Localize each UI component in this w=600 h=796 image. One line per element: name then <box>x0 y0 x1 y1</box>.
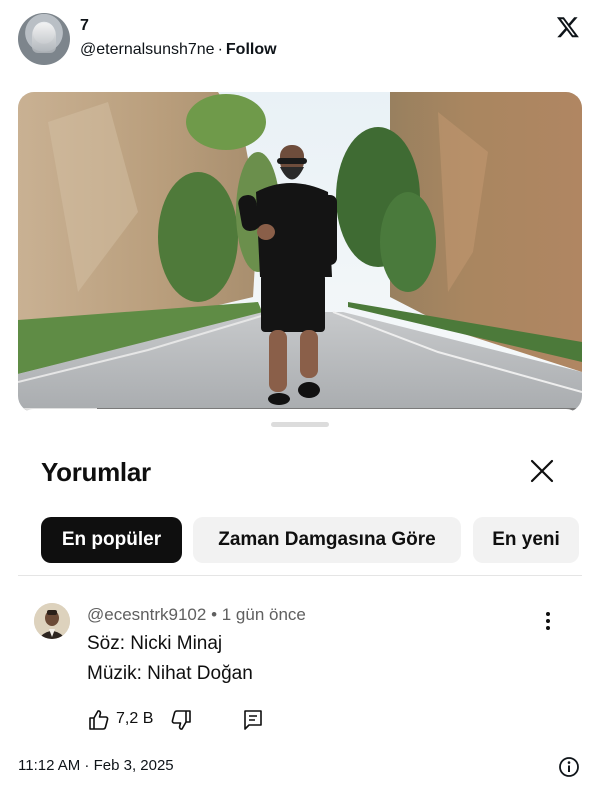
video-player[interactable] <box>18 92 582 412</box>
user-handle[interactable]: @eternalsunsh7ne <box>80 41 215 58</box>
comment-text-line: Müzik: Nihat Doğan <box>87 663 253 684</box>
x-logo-icon[interactable] <box>556 15 580 39</box>
tweet-timestamp[interactable]: 11:12 AM · Feb 3, 2025 <box>18 757 174 774</box>
handle-line: @eternalsunsh7ne · Follow <box>80 41 277 59</box>
follow-button[interactable]: Follow <box>226 41 277 58</box>
display-name[interactable]: 7 <box>80 17 89 35</box>
comments-sheet: Yorumlar En popüler Zaman Damgasına Göre… <box>18 409 582 744</box>
separator-dot: · <box>217 41 223 58</box>
thumbs-up-icon[interactable] <box>87 708 111 732</box>
sheet-drag-handle[interactable] <box>271 422 329 427</box>
divider <box>18 575 582 576</box>
comment-author[interactable]: @ecesntrk9102 <box>87 605 206 624</box>
comment-time: 1 gün önce <box>221 605 306 624</box>
tweet-header: 7 @eternalsunsh7ne · Follow <box>18 13 582 67</box>
comments-title: Yorumlar <box>41 457 151 487</box>
video-frame <box>18 92 582 412</box>
info-icon[interactable] <box>558 756 580 778</box>
filter-chip-newest[interactable]: En yeni <box>473 517 579 563</box>
meta-separator: • <box>211 605 222 624</box>
filter-chip-popular[interactable]: En popüler <box>41 517 182 563</box>
close-icon[interactable] <box>528 457 556 485</box>
comment-meta: @ecesntrk9102 • 1 gün önce <box>87 605 306 625</box>
commenter-avatar[interactable] <box>34 603 70 639</box>
comment-text-line: Söz: Nicki Minaj <box>87 633 223 654</box>
like-count: 7,2 B <box>116 710 154 727</box>
reply-icon[interactable] <box>241 708 265 732</box>
more-vert-icon[interactable] <box>538 609 558 633</box>
filter-chip-timestamp[interactable]: Zaman Damgasına Göre <box>193 517 461 563</box>
user-avatar[interactable] <box>18 13 70 65</box>
thumbs-down-icon[interactable] <box>169 708 193 732</box>
